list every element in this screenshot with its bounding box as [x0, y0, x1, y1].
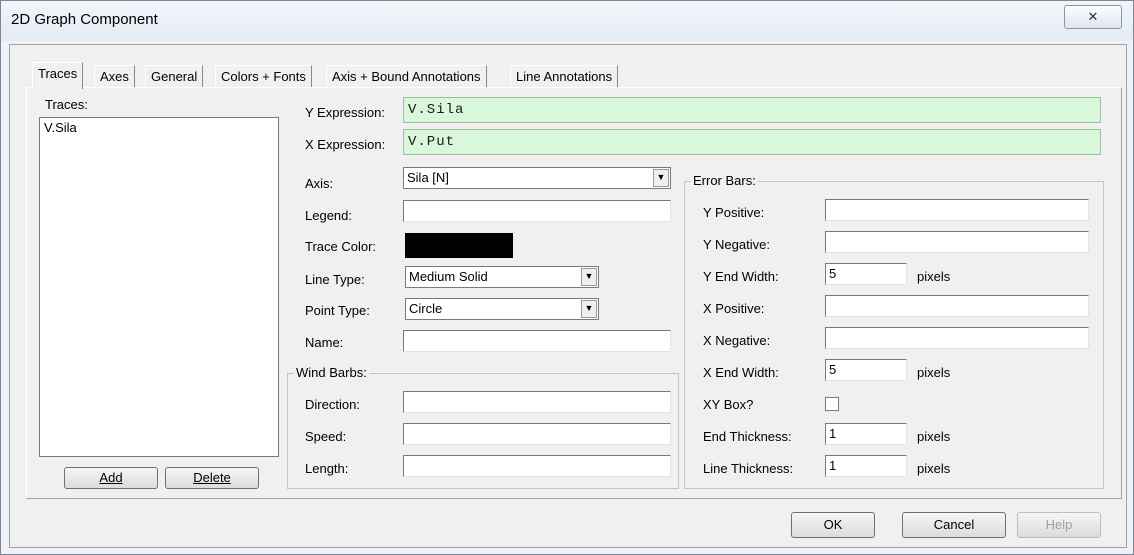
y-end-width-unit: pixels — [917, 269, 951, 284]
close-icon: ✕ — [1087, 9, 1099, 24]
tab-axes[interactable]: Axes — [94, 65, 135, 88]
length-field[interactable] — [403, 455, 671, 477]
end-thickness-unit: pixels — [917, 429, 951, 444]
tab-traces-label: Traces — [38, 66, 78, 81]
dialog-window: 2D Graph Component ✕ Traces Axes General… — [0, 0, 1134, 555]
cancel-button[interactable]: Cancel — [902, 512, 1006, 538]
window-title: 2D Graph Component — [11, 11, 158, 28]
list-item[interactable]: V.Sila — [40, 118, 278, 137]
y-positive-field[interactable] — [825, 199, 1089, 221]
end-thickness-label: End Thickness: — [703, 429, 792, 444]
traces-list-label: Traces: — [45, 97, 88, 112]
tab-colors-fonts-label: Colors + Fonts — [221, 69, 306, 84]
add-button[interactable]: Add — [64, 467, 158, 489]
xy-box-label: XY Box? — [703, 397, 754, 412]
x-negative-label: X Negative: — [703, 333, 771, 348]
y-end-width-label: Y End Width: — [703, 269, 779, 284]
tab-line-annotations[interactable]: Line Annotations — [510, 65, 619, 88]
tab-line-annotations-label: Line Annotations — [516, 69, 613, 84]
trace-color-swatch[interactable] — [405, 233, 513, 258]
line-thickness-label: Line Thickness: — [703, 461, 794, 476]
tab-general-label: General — [151, 69, 198, 84]
legend-label: Legend: — [305, 208, 352, 223]
tab-axis-bound-annotations-label: Axis + Bound Annotations — [332, 69, 481, 84]
help-button: Help — [1017, 512, 1101, 538]
point-type-select[interactable]: Circle ▼ — [405, 298, 599, 320]
delete-button[interactable]: Delete — [165, 467, 259, 489]
tab-general[interactable]: General — [145, 65, 204, 88]
line-thickness-unit: pixels — [917, 461, 951, 476]
legend-field[interactable] — [403, 200, 671, 222]
y-negative-label: Y Negative: — [703, 237, 770, 252]
line-type-label: Line Type: — [305, 272, 365, 287]
direction-field[interactable] — [403, 391, 671, 413]
tab-colors-fonts[interactable]: Colors + Fonts — [215, 65, 312, 88]
dropdown-arrow-icon[interactable]: ▼ — [581, 268, 597, 286]
line-type-select[interactable]: Medium Solid ▼ — [405, 266, 599, 288]
error-bars-title: Error Bars: — [691, 173, 758, 188]
direction-label: Direction: — [305, 397, 360, 412]
wind-barbs-title: Wind Barbs: — [294, 365, 369, 380]
line-thickness-field[interactable]: 1 — [825, 455, 907, 477]
y-negative-field[interactable] — [825, 231, 1089, 253]
trace-color-label: Trace Color: — [305, 239, 377, 254]
x-positive-field[interactable] — [825, 295, 1089, 317]
add-button-label: Add — [99, 470, 123, 485]
name-field[interactable] — [403, 330, 671, 352]
point-type-label: Point Type: — [305, 303, 370, 318]
x-expression-field[interactable]: V.Put — [403, 129, 1101, 155]
x-negative-field[interactable] — [825, 327, 1089, 349]
ok-button-label: OK — [823, 517, 843, 532]
x-end-width-field[interactable]: 5 — [825, 359, 907, 381]
y-positive-label: Y Positive: — [703, 205, 765, 220]
delete-button-label: Delete — [193, 470, 231, 485]
x-positive-label: X Positive: — [703, 301, 765, 316]
tab-traces[interactable]: Traces — [32, 62, 84, 89]
tab-axis-bound-annotations[interactable]: Axis + Bound Annotations — [326, 65, 487, 88]
cancel-button-label: Cancel — [933, 517, 975, 532]
dropdown-arrow-icon[interactable]: ▼ — [581, 300, 597, 318]
close-button[interactable]: ✕ — [1064, 5, 1122, 29]
end-thickness-field[interactable]: 1 — [825, 423, 907, 445]
point-type-select-value: Circle — [409, 301, 443, 316]
name-label: Name: — [305, 335, 344, 350]
axis-select-value: Sila [N] — [407, 170, 449, 185]
xy-box-checkbox[interactable] — [825, 397, 839, 411]
help-button-label: Help — [1045, 517, 1073, 532]
axis-label: Axis: — [305, 176, 334, 191]
tab-axes-label: Axes — [100, 69, 129, 84]
title-bar[interactable]: 2D Graph Component ✕ — [1, 1, 1133, 41]
dropdown-arrow-icon[interactable]: ▼ — [653, 169, 669, 187]
y-end-width-field[interactable]: 5 — [825, 263, 907, 285]
speed-label: Speed: — [305, 429, 347, 444]
x-end-width-label: X End Width: — [703, 365, 779, 380]
x-expression-label: X Expression: — [305, 137, 386, 152]
line-type-select-value: Medium Solid — [409, 269, 488, 284]
y-expression-field[interactable]: V.Sila — [403, 97, 1101, 123]
y-expression-label: Y Expression: — [305, 105, 385, 120]
axis-select[interactable]: Sila [N] ▼ — [403, 167, 671, 189]
traces-listbox[interactable]: V.Sila — [39, 117, 279, 457]
ok-button[interactable]: OK — [791, 512, 875, 538]
speed-field[interactable] — [403, 423, 671, 445]
x-end-width-unit: pixels — [917, 365, 951, 380]
length-label: Length: — [305, 461, 349, 476]
